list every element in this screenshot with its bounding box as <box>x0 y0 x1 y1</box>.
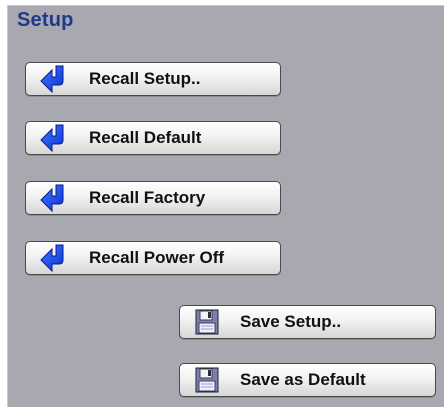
save-setup-label: Save Setup.. <box>240 312 342 331</box>
recall-factory-button[interactable]: Recall Factory <box>25 181 281 215</box>
recall-default-label: Recall Default <box>89 128 202 147</box>
floppy-disk-icon <box>195 309 219 335</box>
panel-title: Setup <box>17 9 74 31</box>
floppy-disk-icon <box>195 367 219 393</box>
save-setup-button[interactable]: Save Setup.. <box>179 305 436 339</box>
recall-default-button[interactable]: Recall Default <box>25 121 281 155</box>
recall-setup-label: Recall Setup.. <box>89 69 201 88</box>
recall-power-off-label: Recall Power Off <box>89 248 225 267</box>
save-as-default-button[interactable]: Save as Default <box>179 363 436 397</box>
blue-down-arrow-icon <box>38 184 68 213</box>
recall-factory-label: Recall Factory <box>89 188 206 207</box>
blue-down-arrow-icon <box>38 65 68 94</box>
blue-down-arrow-icon <box>38 244 68 273</box>
recall-setup-button[interactable]: Recall Setup.. <box>25 62 281 96</box>
blue-down-arrow-icon <box>38 124 68 153</box>
recall-power-off-button[interactable]: Recall Power Off <box>25 241 281 275</box>
save-as-default-label: Save as Default <box>240 370 366 389</box>
